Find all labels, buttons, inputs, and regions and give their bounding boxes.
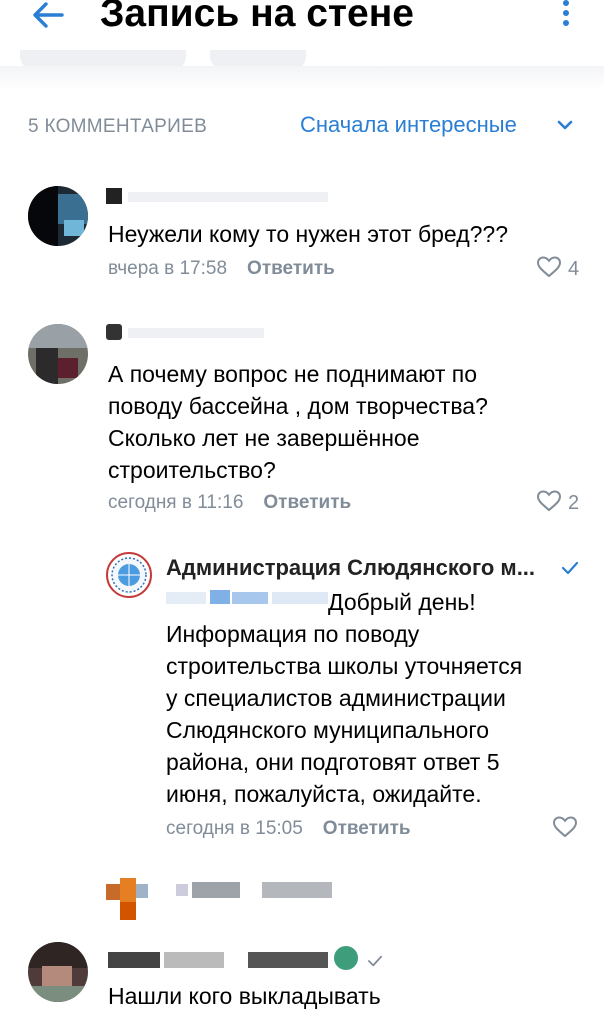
page-title: Запись на стене	[100, 0, 414, 35]
author-name-hidden	[176, 882, 336, 898]
verified-check-icon	[561, 561, 579, 575]
comment-item: А почему вопрос не поднимают по поводу б…	[0, 318, 604, 528]
comment-time: вчера в 17:58	[108, 258, 228, 279]
comment-meta: вчера в 17:58 Ответить	[108, 258, 335, 280]
comment-meta: сегодня в 11:16 Ответить	[108, 492, 351, 514]
heart-icon	[552, 816, 578, 838]
heart-icon	[536, 256, 562, 278]
mentioned-user-hidden[interactable]	[166, 590, 328, 606]
reply-button[interactable]: Ответить	[263, 492, 351, 513]
like-button[interactable]: 4	[536, 256, 579, 281]
back-arrow-icon[interactable]	[28, 0, 68, 34]
author-name-hidden[interactable]	[108, 952, 358, 968]
comment-item: Неужели кому то нужен этот бред??? вчера…	[0, 180, 604, 290]
chevron-down-icon[interactable]	[556, 118, 574, 132]
reply-comment-item: Администрация Слюдянского м... Добрый де…	[0, 548, 604, 848]
comments-count: 5 КОММЕНТАРИЕВ	[28, 116, 208, 137]
comment-meta: сегодня в 15:05 Ответить	[166, 818, 411, 840]
globe-emblem-icon	[111, 557, 147, 593]
reply-button[interactable]: Ответить	[247, 258, 335, 279]
like-button[interactable]: 2	[536, 490, 579, 515]
comment-text: Информация по поводу строительства школы…	[166, 621, 523, 807]
like-button[interactable]	[552, 816, 584, 841]
sort-select[interactable]: Сначала интересные	[300, 112, 517, 138]
verified-check-icon	[368, 955, 382, 967]
avatar[interactable]	[106, 878, 150, 922]
avatar[interactable]	[106, 552, 152, 598]
avatar[interactable]	[28, 942, 88, 1002]
author-name-hidden[interactable]	[106, 324, 266, 340]
comment-item: Нашли кого выкладывать	[0, 938, 604, 1020]
like-count: 4	[568, 258, 580, 280]
more-options-icon[interactable]	[558, 0, 574, 32]
hidden-reply-row[interactable]	[0, 872, 604, 922]
author-name-hidden[interactable]	[106, 188, 328, 204]
avatar[interactable]	[28, 324, 88, 384]
comment-text: А почему вопрос не поднимают по поводу б…	[108, 361, 488, 483]
section-divider	[0, 66, 604, 90]
comments-bar: 5 КОММЕНТАРИЕВ Сначала интересные	[0, 108, 604, 144]
comment-greeting: Добрый день!	[328, 589, 476, 615]
comment-text: Неужели кому то нужен этот бред???	[108, 221, 508, 247]
reply-button[interactable]: Ответить	[323, 818, 411, 839]
comment-time: сегодня в 11:16	[108, 492, 244, 513]
comment-text: Нашли кого выкладывать	[108, 983, 381, 1009]
community-badge-icon	[334, 946, 358, 970]
comment-author[interactable]: Администрация Слюдянского м...	[166, 552, 535, 584]
like-count: 2	[568, 492, 580, 514]
avatar[interactable]	[28, 186, 88, 246]
comment-time: сегодня в 15:05	[166, 818, 303, 839]
heart-icon	[536, 490, 562, 512]
